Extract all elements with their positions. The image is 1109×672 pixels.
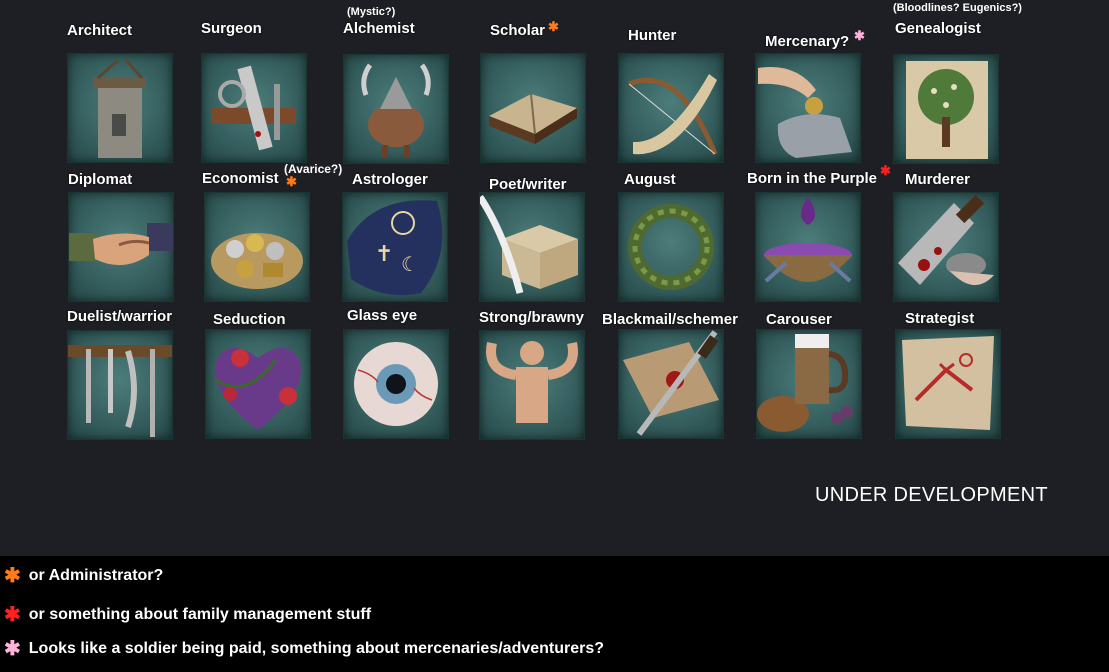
trait-blackmail-schemer[interactable]: Blackmail/schemer (602, 311, 742, 451)
legend-item: ✱ Looks like a soldier being paid, someth… (4, 636, 604, 661)
trait-label: Glass eye (347, 307, 418, 324)
legend: ✱ or Administrator? ✱ or something about f… (0, 556, 1109, 672)
pink-asterisk-icon: ✱ (854, 28, 865, 43)
open-book-icon (480, 53, 586, 163)
eyeball-icon (343, 329, 449, 439)
trait-label: Alchemist (343, 20, 415, 37)
tower-icon (67, 53, 173, 163)
trait-label: Duelist/warrior (67, 308, 173, 325)
trait-label: Poet/writer (489, 176, 567, 193)
trait-label: Blackmail/schemer (602, 311, 738, 328)
bloody-cleaver-icon (893, 192, 999, 302)
trait-astrologer[interactable]: Astrologer ✝ ☾ (342, 171, 492, 311)
trait-seduction[interactable]: Seduction (205, 311, 353, 451)
trait-label: Murderer (905, 171, 971, 188)
trait-murderer[interactable]: Murderer (893, 171, 1045, 311)
trait-scholar[interactable]: Scholar ✱ (480, 19, 630, 163)
orange-asterisk-icon: ✱ (548, 19, 559, 34)
trait-label: Genealogist (895, 20, 981, 37)
book-and-quill-icon (479, 192, 585, 302)
battle-map-icon (895, 329, 1001, 439)
trait-economist[interactable]: Economist ✱ (Avarice?) (202, 162, 342, 310)
surgical-tools-icon (201, 53, 307, 163)
legend-text: or something about family management stu… (28, 606, 372, 623)
family-tree-scroll-icon (893, 54, 999, 164)
coin-payment-icon (755, 53, 861, 163)
trait-label: Mercenary? (765, 33, 850, 50)
purple-dye-bowl-icon (755, 192, 861, 302)
trait-duelist-warrior[interactable]: Duelist/warrior (67, 308, 207, 448)
orange-asterisk-icon: ✱ (4, 565, 21, 587)
red-asterisk-icon: ✱ (880, 163, 891, 178)
legend-text: or Administrator? (28, 567, 164, 584)
trait-label: Strategist (905, 310, 975, 327)
incense-burner-icon (343, 54, 449, 164)
status-label: UNDER DEVELOPMENT (815, 484, 1048, 506)
trait-diplomat[interactable]: Diplomat (68, 171, 208, 311)
trait-label: Strong/brawny (479, 309, 585, 326)
trait-august[interactable]: August (618, 171, 764, 311)
pink-asterisk-icon: ✱ (4, 638, 21, 660)
trait-label: Architect (67, 22, 133, 39)
trait-genealogist[interactable]: (Bloodlines? Eugenics?) Genealogist (893, 2, 1033, 164)
legend-item: ✱ or something about family management st… (4, 602, 371, 627)
trait-note: (Avarice?) (284, 162, 343, 176)
trait-carouser[interactable]: Carouser (756, 311, 906, 451)
trait-glass-eye[interactable]: Glass eye (343, 307, 487, 447)
trait-strong-brawny[interactable]: Strong/brawny (479, 309, 619, 449)
legend-item: ✱ or Administrator? (4, 563, 163, 588)
coin-pile-icon (204, 192, 310, 302)
bow-and-horn-icon (618, 53, 724, 163)
handshake-icon (68, 192, 174, 302)
trait-board: Architect Surgeon (Mystic?) Alchemist Sc… (0, 0, 1109, 556)
trait-label: Scholar (490, 22, 546, 39)
trait-note: (Mystic?) (347, 6, 396, 18)
legend-text: Looks like a soldier being paid, somethi… (28, 640, 605, 657)
trait-label: Born in the Purple (747, 170, 878, 187)
trait-label: Diplomat (68, 171, 133, 188)
trait-hunter[interactable]: Hunter (618, 27, 768, 167)
weapon-rack-icon (67, 330, 173, 440)
star-cloth-icon: ✝ ☾ (342, 192, 448, 302)
tankard-feast-icon (756, 329, 862, 439)
trait-label: Hunter (628, 27, 677, 44)
trait-label: Carouser (766, 311, 832, 328)
orange-asterisk-icon: ✱ (286, 174, 297, 189)
red-asterisk-icon: ✱ (4, 604, 21, 626)
trait-mercenary[interactable]: Mercenary? ✱ (755, 29, 905, 173)
flexing-man-icon (479, 330, 585, 440)
trait-alchemist[interactable]: (Mystic?) Alchemist (343, 6, 483, 164)
trait-label: Seduction (213, 311, 286, 328)
svg-text:☾: ☾ (401, 252, 419, 276)
trait-label: Astrologer (352, 171, 428, 188)
trait-poet-writer[interactable]: Poet/writer (479, 176, 629, 316)
rose-heart-icon (205, 329, 311, 439)
trait-label: August (624, 171, 676, 188)
svg-text:✝: ✝ (375, 242, 393, 267)
trait-strategist[interactable]: Strategist (895, 310, 1045, 450)
laurel-wreath-icon (618, 192, 724, 302)
trait-born-in-the-purple[interactable]: Born in the Purple ✱ (747, 164, 891, 310)
trait-label: Economist (202, 170, 279, 187)
sealed-letter-dagger-icon (618, 329, 724, 439)
trait-note: (Bloodlines? Eugenics?) (893, 2, 1022, 14)
trait-architect[interactable]: Architect (67, 22, 207, 163)
trait-surgeon[interactable]: Surgeon (201, 20, 341, 163)
trait-label: Surgeon (201, 20, 262, 37)
